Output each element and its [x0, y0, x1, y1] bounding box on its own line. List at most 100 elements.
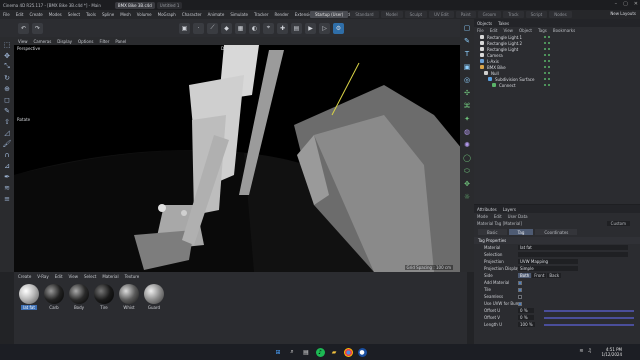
environment-icon[interactable]: ✥	[462, 179, 472, 189]
object-row[interactable]: Connect	[474, 82, 640, 88]
wifi-icon[interactable]: ≋	[579, 348, 583, 354]
light-icon[interactable]: ✺	[462, 140, 472, 150]
vp-menu-options[interactable]: Options	[78, 39, 93, 44]
obj-menu-bookmarks[interactable]: Bookmarks	[553, 28, 575, 33]
selection-field[interactable]	[518, 252, 628, 257]
menu-mesh[interactable]: Mesh	[120, 12, 131, 17]
menu-render[interactable]: Render	[274, 12, 288, 17]
workplane-icon[interactable]: ▤	[291, 22, 302, 34]
seamless-checkbox[interactable]	[518, 294, 522, 299]
new-layouts-button[interactable]: New Layouts	[610, 11, 636, 16]
obj-menu-file[interactable]: File	[477, 28, 484, 33]
menu-create[interactable]: Create	[29, 12, 42, 17]
material-swatch[interactable]: lat fat	[18, 284, 40, 310]
menu-tools[interactable]: Tools	[86, 12, 96, 17]
object-mode-icon[interactable]: ▣	[179, 22, 190, 34]
mat-menu-view[interactable]: View	[69, 274, 79, 279]
knife-icon[interactable]: ✎	[2, 106, 12, 115]
side-back-button[interactable]: Back	[547, 273, 562, 278]
projection-display-dropdown[interactable]: Simple	[518, 266, 578, 271]
cinema4d-icon[interactable]: ●	[357, 347, 367, 357]
menu-select[interactable]: Select	[68, 12, 80, 17]
menu-modes[interactable]: Modes	[49, 12, 62, 17]
spotify-icon[interactable]: ♪	[315, 347, 325, 357]
minimize-icon[interactable]: –	[615, 1, 618, 7]
material-swatch[interactable]: Guard	[143, 284, 165, 310]
subtab-coordinates[interactable]: Coordinates	[535, 229, 578, 235]
material-swatch[interactable]: Carb	[43, 284, 65, 310]
point-mode-icon[interactable]: ·	[193, 22, 204, 34]
edge-mode-icon[interactable]: ⟋	[207, 22, 218, 34]
3d-viewport[interactable]: Perspective Default Camera Rotate Grid S…	[14, 45, 467, 272]
move-icon[interactable]: ✥	[2, 51, 12, 60]
material-swatch[interactable]: Tire	[93, 284, 115, 310]
select-all-icon[interactable]: ◻	[2, 95, 12, 104]
pen-spline-icon[interactable]: ✎	[462, 36, 472, 46]
menu-character[interactable]: Character	[182, 12, 202, 17]
obj-menu-edit[interactable]: Edit	[490, 28, 498, 33]
layer-icon[interactable]: ≡	[2, 194, 12, 203]
subtab-basic[interactable]: Basic	[478, 229, 507, 235]
render-settings-icon[interactable]: ⚙	[333, 22, 344, 34]
layout-groom[interactable]: Groom	[477, 11, 502, 18]
render-picture-icon[interactable]: ▷	[319, 22, 330, 34]
scale-icon[interactable]: ⤡	[2, 62, 12, 71]
attr-menu-edit[interactable]: Edit	[494, 214, 502, 219]
files-icon[interactable]: ▤	[302, 348, 311, 357]
chrome-icon[interactable]	[343, 347, 353, 357]
attr-mode-dropdown[interactable]: Custom	[606, 221, 630, 226]
projection-dropdown[interactable]: UVW Mapping	[518, 259, 578, 264]
layout-track[interactable]: Track	[503, 11, 524, 18]
mat-menu-material[interactable]: Material	[102, 274, 118, 279]
sky-icon[interactable]: ◯	[462, 153, 472, 163]
use-uvw-checkbox[interactable]	[518, 301, 522, 306]
explorer-icon[interactable]: ▰	[330, 348, 339, 357]
layout-paint[interactable]: Paint	[455, 11, 476, 18]
cube-icon[interactable]: ▢	[462, 23, 472, 33]
doc-tab[interactable]: Untitled 1	[156, 1, 183, 9]
measure-icon[interactable]: ⊿	[2, 161, 12, 170]
material-swatch[interactable]: Body	[68, 284, 90, 310]
length-u-field[interactable]: 100 %	[518, 322, 535, 327]
viewport-camera-label[interactable]: Default Camera	[221, 46, 253, 51]
tile-checkbox[interactable]	[518, 287, 522, 292]
attr-menu-mode[interactable]: Mode	[477, 214, 488, 219]
uv-mode-icon[interactable]: ▦	[235, 22, 246, 34]
undo-icon[interactable]: ↶	[18, 22, 29, 34]
tab-attributes[interactable]: Attributes	[477, 207, 497, 212]
maximize-icon[interactable]: ▢	[623, 1, 628, 7]
length-u-slider[interactable]	[544, 323, 634, 326]
subtab-tag[interactable]: Tag	[508, 229, 534, 235]
layout-standard[interactable]: Standard	[350, 11, 379, 18]
cloner-icon[interactable]: ✣	[462, 88, 472, 98]
solo-icon[interactable]: ◐	[249, 22, 260, 34]
obj-menu-object[interactable]: Object	[519, 28, 532, 33]
volume-icon[interactable]: ♫	[588, 348, 592, 354]
doc-tab[interactable]: BMX Bike 3B.c4d	[114, 1, 155, 9]
snap-icon[interactable]: ⌖	[263, 22, 274, 34]
render-view-icon[interactable]: ▶	[305, 22, 316, 34]
offset-v-field[interactable]: 0 %	[518, 315, 534, 320]
mat-menu-vray[interactable]: V-Ray	[37, 274, 48, 279]
add-material-checkbox[interactable]	[518, 280, 522, 285]
side-both-button[interactable]: Both	[518, 273, 532, 278]
layout-nodes[interactable]: Nodes	[549, 11, 572, 18]
text-icon[interactable]: T	[462, 49, 472, 59]
vp-menu-view[interactable]: View	[18, 39, 28, 44]
vp-menu-display[interactable]: Display	[57, 39, 72, 44]
axis-icon[interactable]: ✚	[277, 22, 288, 34]
extrude-icon[interactable]: ⇧	[2, 117, 12, 126]
tab-layers[interactable]: Layers	[503, 207, 516, 212]
menu-spline[interactable]: Spline	[102, 12, 114, 17]
coordinate-system-icon[interactable]: ⊕	[2, 84, 12, 93]
system-clock[interactable]: 4:51 PM 1/12/2024	[601, 347, 622, 357]
material-swatch[interactable]: Whist	[118, 284, 140, 310]
live-selection-icon[interactable]: ⬚	[2, 40, 12, 49]
offset-u-field[interactable]: 0 %	[518, 308, 534, 313]
polygon-mode-icon[interactable]: ◆	[221, 22, 232, 34]
deformer-icon[interactable]: ⌘	[462, 101, 472, 111]
side-front-button[interactable]: Front	[532, 273, 547, 278]
magnet-icon[interactable]: ∩	[2, 150, 12, 159]
layout-model[interactable]: Model	[380, 11, 403, 18]
obj-menu-view[interactable]: View	[503, 28, 513, 33]
